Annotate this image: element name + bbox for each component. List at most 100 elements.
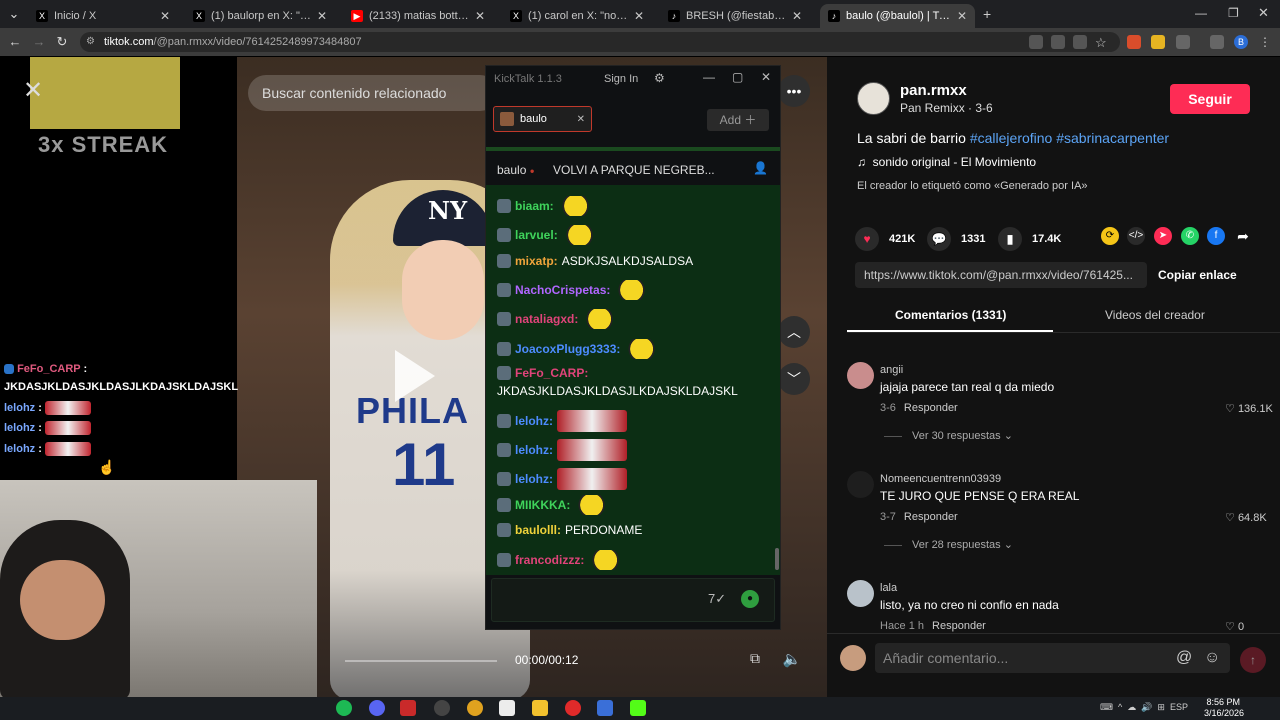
- chat-username[interactable]: NachoCrispetas:: [515, 283, 610, 297]
- chat-message[interactable]: larvuel:: [497, 225, 606, 245]
- opera-icon[interactable]: [565, 700, 581, 716]
- chat-message[interactable]: FeFo_CARP:: [497, 366, 588, 380]
- bookmark-star-icon[interactable]: ☆: [1095, 35, 1109, 50]
- close-tab-icon[interactable]: ✕: [160, 9, 170, 23]
- chat-username[interactable]: lelohz:: [515, 472, 553, 486]
- chrome-icon[interactable]: [467, 700, 483, 716]
- reading-list-icon[interactable]: [1210, 35, 1224, 49]
- facebook-icon[interactable]: f: [1207, 227, 1225, 245]
- whatsapp-icon[interactable]: ✆: [1181, 227, 1199, 245]
- sign-in-button[interactable]: Sign In: [604, 73, 638, 85]
- chat-message[interactable]: nataliagxd:: [497, 309, 627, 329]
- emoji-icon[interactable]: ☺: [1204, 649, 1220, 667]
- comment-author[interactable]: angii: [880, 364, 903, 376]
- chat-username[interactable]: MIIKKKA:: [515, 498, 570, 512]
- previous-video-button[interactable]: ︿: [778, 316, 810, 348]
- next-video-button[interactable]: ﹀: [778, 363, 810, 395]
- chat-username[interactable]: JoacoxPlugg3333:: [515, 342, 620, 356]
- like-button[interactable]: ♥ 421K: [855, 227, 915, 251]
- clock[interactable]: 8:56 PM 3/16/2026: [1204, 697, 1244, 719]
- new-tab-button[interactable]: +: [983, 6, 991, 22]
- follow-button[interactable]: Seguir: [1170, 84, 1250, 114]
- chat-input[interactable]: [491, 578, 775, 622]
- add-channel-button[interactable]: Add ＋: [707, 109, 769, 131]
- reply-button[interactable]: Responder: [904, 511, 958, 523]
- translate-icon[interactable]: [1029, 35, 1043, 49]
- comment-like-button[interactable]: ♡ 0: [1225, 620, 1244, 633]
- hashtag-link[interactable]: #sabrinacarpenter: [1056, 130, 1169, 146]
- language-indicator[interactable]: ESP: [1170, 702, 1188, 712]
- close-tab-icon[interactable]: ✕: [475, 9, 485, 23]
- more-options-button[interactable]: •••: [778, 75, 810, 107]
- video-link-field[interactable]: https://www.tiktok.com/@pan.rmxx/video/7…: [855, 262, 1147, 288]
- chat-message[interactable]: JKDASJKLDASJKLDASJLKDAJSKLDAJSKL: [497, 384, 738, 398]
- video-progress-bar[interactable]: [345, 660, 497, 662]
- spotify-icon[interactable]: [336, 700, 352, 716]
- chat-message[interactable]: mixatp: ASDKJSALKDJSALDSA: [497, 254, 693, 268]
- mention-icon[interactable]: @: [1176, 649, 1192, 667]
- chat-username[interactable]: larvuel:: [515, 228, 558, 242]
- chat-message[interactable]: NachoCrispetas:: [497, 280, 659, 300]
- view-replies-button[interactable]: Ver 28 respuestas ⌄: [912, 538, 1013, 551]
- chat-username[interactable]: francodizzz:: [515, 553, 584, 567]
- browser-tab[interactable]: X (1) baulorp en X: "Que mujer Sa ✕: [185, 4, 335, 28]
- browser-tab[interactable]: ▶ (2133) matias bottero - YouTub ✕: [343, 4, 493, 28]
- kt-maximize-button[interactable]: ▢: [732, 70, 743, 84]
- chat-username[interactable]: biaam:: [515, 199, 554, 213]
- file-explorer-icon[interactable]: [532, 700, 548, 716]
- copy-link-button[interactable]: Copiar enlace: [1158, 268, 1237, 282]
- browser-tab[interactable]: ♪ BRESH (@fiestabresh) | TikTok ✕: [660, 4, 810, 28]
- avatar[interactable]: [847, 362, 874, 389]
- close-icon[interactable]: ✕: [577, 114, 585, 125]
- extension-icon[interactable]: [1127, 35, 1141, 49]
- close-tab-icon[interactable]: ✕: [317, 9, 327, 23]
- app-icon[interactable]: [499, 700, 515, 716]
- picture-in-picture-icon[interactable]: ⧉: [745, 650, 765, 670]
- chat-message[interactable]: lelohz:: [497, 468, 627, 490]
- discord-icon[interactable]: [369, 700, 385, 716]
- close-tab-icon[interactable]: ✕: [957, 9, 967, 23]
- share-icon[interactable]: ➦: [1234, 227, 1252, 245]
- browser-tab[interactable]: X (1) carol en X: "no cause this ch ✕: [502, 4, 652, 28]
- comment-author[interactable]: Nomeencuentrenn03939: [880, 473, 1001, 485]
- repost-icon[interactable]: ⟳: [1101, 227, 1119, 245]
- comment-like-button[interactable]: ♡ 136.1K: [1225, 402, 1273, 415]
- comment-like-button[interactable]: ♡ 64.8K: [1225, 511, 1267, 524]
- gear-icon[interactable]: ⚙: [654, 71, 665, 85]
- tab-menu-icon[interactable]: ⌄: [6, 6, 22, 22]
- reply-button[interactable]: Responder: [904, 402, 958, 414]
- chat-scrollbar[interactable]: [775, 548, 779, 570]
- play-icon[interactable]: [395, 350, 435, 402]
- kick-emote-icon[interactable]: ●: [741, 590, 759, 608]
- chat-username[interactable]: mixatp:: [515, 254, 558, 268]
- chat-message[interactable]: JoacoxPlugg3333:: [497, 339, 669, 359]
- chat-username[interactable]: lelohz:: [515, 414, 553, 428]
- zoom-icon[interactable]: [1051, 35, 1065, 49]
- sound-link[interactable]: ♫ sonido original - El Movimiento: [857, 155, 1036, 169]
- chat-username[interactable]: FeFo_CARP:: [515, 366, 588, 380]
- back-icon[interactable]: ←: [7, 34, 23, 50]
- minimize-button[interactable]: —: [1195, 6, 1207, 20]
- close-tab-icon[interactable]: ✕: [634, 9, 644, 23]
- search-related-input[interactable]: Buscar contenido relacionado: [248, 75, 498, 111]
- comment-author[interactable]: lala: [880, 582, 897, 594]
- kt-minimize-button[interactable]: —: [703, 70, 715, 84]
- app-icon[interactable]: [400, 700, 416, 716]
- reply-button[interactable]: Responder: [932, 620, 986, 632]
- browser-tab[interactable]: ♪ baulo (@baulol) | TikTok ✕: [820, 4, 975, 28]
- extension-icon[interactable]: [1151, 35, 1165, 49]
- chat-message[interactable]: MIIKKKA:: [497, 495, 619, 515]
- close-window-button[interactable]: ✕: [1258, 5, 1269, 21]
- obs-icon[interactable]: [434, 700, 450, 716]
- save-button[interactable]: ▮ 17.4K: [998, 227, 1061, 251]
- close-tab-icon[interactable]: ✕: [792, 9, 802, 23]
- channel-tab[interactable]: baulo ✕: [493, 106, 592, 132]
- reload-icon[interactable]: ↻: [54, 34, 70, 50]
- embed-icon[interactable]: </>: [1127, 227, 1145, 245]
- comment-button[interactable]: 💬 1331: [927, 227, 985, 251]
- chat-username[interactable]: baulolll:: [515, 523, 561, 537]
- maximize-button[interactable]: ❐: [1228, 6, 1239, 20]
- browser-tab[interactable]: X Inicio / X ✕: [28, 4, 178, 28]
- view-replies-button[interactable]: Ver 30 respuestas ⌄: [912, 429, 1013, 442]
- avatar[interactable]: [847, 580, 874, 607]
